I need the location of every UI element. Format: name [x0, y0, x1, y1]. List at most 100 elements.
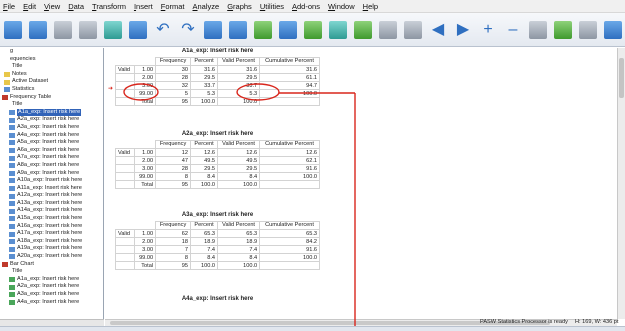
scroll-thumb[interactable]: [619, 58, 624, 98]
menu-utilities[interactable]: Utilities: [260, 2, 284, 11]
outline-item[interactable]: A3a_exp: Insert risk here: [0, 124, 103, 132]
outline-item[interactable]: A5a_exp: Insert risk here: [0, 139, 103, 147]
outline-item[interactable]: A20a_exp: Insert risk here: [0, 253, 103, 261]
outline-item[interactable]: Frequency Table: [0, 94, 103, 102]
outline-item[interactable]: A10a_exp: Insert risk here: [0, 177, 103, 185]
print-preview-icon[interactable]: [79, 20, 97, 39]
menu-analyze[interactable]: Analyze: [193, 2, 220, 11]
outline-horizontal-scrollbar[interactable]: [0, 319, 104, 326]
insert-heading-icon[interactable]: [579, 20, 597, 39]
outline-item[interactable]: Statistics: [0, 86, 103, 94]
outline-item[interactable]: A8a_exp: Insert risk here: [0, 162, 103, 170]
outline-item[interactable]: Title: [0, 63, 103, 71]
recall-dialog-icon[interactable]: [129, 20, 147, 39]
expand-icon[interactable]: +: [479, 21, 497, 39]
outline-item[interactable]: A3a_exp: Insert risk here: [0, 291, 103, 299]
outline-item[interactable]: Active Dataset: [0, 78, 103, 86]
menu-graphs[interactable]: Graphs: [227, 2, 252, 11]
table-cell: 100.0: [217, 261, 261, 270]
outline-item[interactable]: A15a_exp: Insert risk here: [0, 215, 103, 223]
variables-icon[interactable]: [254, 20, 272, 39]
outline-item[interactable]: A17a_exp: Insert risk here: [0, 230, 103, 238]
table-icon: [9, 231, 15, 237]
find-icon[interactable]: [279, 20, 297, 39]
outline-item-label: A18a_exp: Insert risk here: [17, 237, 83, 244]
save-icon[interactable]: [29, 20, 47, 39]
outline-item[interactable]: A4a_exp: Insert risk here: [0, 132, 103, 140]
table-icon: [9, 246, 15, 252]
outline-item[interactable]: A2a_exp: Insert risk here: [0, 116, 103, 124]
menu-format[interactable]: Format: [161, 2, 185, 11]
frequency-table[interactable]: A4a_exp: Insert risk here: [115, 296, 320, 305]
outline-item-label: A12a_exp: Insert risk here: [17, 192, 83, 199]
hide-icon[interactable]: [554, 20, 572, 39]
outline-item[interactable]: Title: [0, 101, 103, 109]
outline-item[interactable]: A18a_exp: Insert risk here: [0, 238, 103, 246]
status-dimensions: H: 169, W: 436 pt: [575, 319, 619, 325]
goto-case-icon[interactable]: [229, 20, 247, 39]
valid-label: [115, 180, 135, 189]
outline-item[interactable]: A14a_exp: Insert risk here: [0, 207, 103, 215]
menu-help[interactable]: Help: [363, 2, 378, 11]
outline-item[interactable]: Notes: [0, 71, 103, 79]
goto-data-icon[interactable]: [204, 20, 222, 39]
output-content-pane[interactable]: ➜ A1a_exp: Insert risk here Frequency Perc…: [105, 48, 617, 319]
menu-data[interactable]: Data: [68, 2, 84, 11]
split-file-icon[interactable]: [304, 20, 322, 39]
outline-item[interactable]: A9a_exp: Insert risk here: [0, 170, 103, 178]
menu-insert[interactable]: Insert: [134, 2, 153, 11]
outline-item[interactable]: A12a_exp: Insert risk here: [0, 192, 103, 200]
outline-item[interactable]: A1a_exp: Insert risk here: [0, 108, 103, 117]
outline-item[interactable]: g: [0, 48, 103, 56]
undo-icon[interactable]: ↶: [154, 21, 172, 39]
column-header: Cumulative Percent: [259, 57, 320, 66]
outline-item[interactable]: A4a_exp: Insert risk here: [0, 299, 103, 307]
outline-item[interactable]: A1a_exp: Insert risk here: [0, 276, 103, 284]
outline-item[interactable]: A16a_exp: Insert risk here: [0, 223, 103, 231]
next-icon[interactable]: ▶: [454, 21, 472, 39]
menu-bar: File Edit View Data Transform Insert Format Ana…: [0, 0, 625, 13]
outline-pane[interactable]: g equencies Title Notes Active Dataset Statis…: [0, 48, 104, 319]
select-cases-icon[interactable]: [354, 20, 372, 39]
outline-item[interactable]: Title: [0, 268, 103, 276]
insert-title-icon[interactable]: [604, 20, 622, 39]
table-icon: [4, 102, 10, 107]
use-sets-icon[interactable]: [404, 20, 422, 39]
outline-item-label: Bar Chart: [10, 260, 34, 267]
table-cell: 91.6: [259, 245, 320, 254]
outline-item[interactable]: A6a_exp: Insert risk here: [0, 147, 103, 155]
table-cell: 49.5: [217, 156, 261, 165]
outline-item[interactable]: A2a_exp: Insert risk here: [0, 283, 103, 291]
outline-item[interactable]: Bar Chart: [0, 261, 103, 269]
outline-item[interactable]: A13a_exp: Insert risk here: [0, 200, 103, 208]
menu-edit[interactable]: Edit: [23, 2, 36, 11]
previous-icon[interactable]: ◀: [429, 21, 447, 39]
outline-item-label: A11a_exp: Insert risk here: [17, 184, 82, 191]
frequency-table[interactable]: A3a_exp: Insert risk here Frequency Percen…: [115, 212, 320, 270]
column-header: Valid Percent: [217, 57, 261, 66]
weight-cases-icon[interactable]: [329, 20, 347, 39]
outline-item[interactable]: A19a_exp: Insert risk here: [0, 245, 103, 253]
print-icon[interactable]: [54, 20, 72, 39]
frequency-table[interactable]: A1a_exp: Insert risk here Frequency Percen…: [115, 48, 320, 106]
show-icon[interactable]: [529, 20, 547, 39]
outline-item[interactable]: equencies: [0, 56, 103, 64]
menu-window[interactable]: Window: [328, 2, 355, 11]
menu-file[interactable]: File: [3, 2, 15, 11]
content-vertical-scrollbar[interactable]: [617, 48, 625, 319]
collapse-icon[interactable]: –: [504, 21, 522, 39]
value-labels-icon[interactable]: [379, 20, 397, 39]
frequency-table[interactable]: A2a_exp: Insert risk here Frequency Percen…: [115, 131, 320, 189]
menu-view[interactable]: View: [44, 2, 60, 11]
value-label: 99.00: [133, 172, 157, 181]
outline-item-label: g: [10, 48, 14, 54]
redo-icon[interactable]: ↷: [179, 21, 197, 39]
open-icon[interactable]: [4, 20, 22, 39]
outline-item-label: Title: [12, 268, 23, 275]
export-icon[interactable]: [104, 20, 122, 39]
menu-add-ons[interactable]: Add-ons: [292, 2, 320, 11]
outline-item[interactable]: A7a_exp: Insert risk here: [0, 154, 103, 162]
outline-item[interactable]: A11a_exp: Insert risk here: [0, 185, 103, 193]
menu-transform[interactable]: Transform: [92, 2, 126, 11]
table-cell: 100.0: [217, 97, 261, 106]
